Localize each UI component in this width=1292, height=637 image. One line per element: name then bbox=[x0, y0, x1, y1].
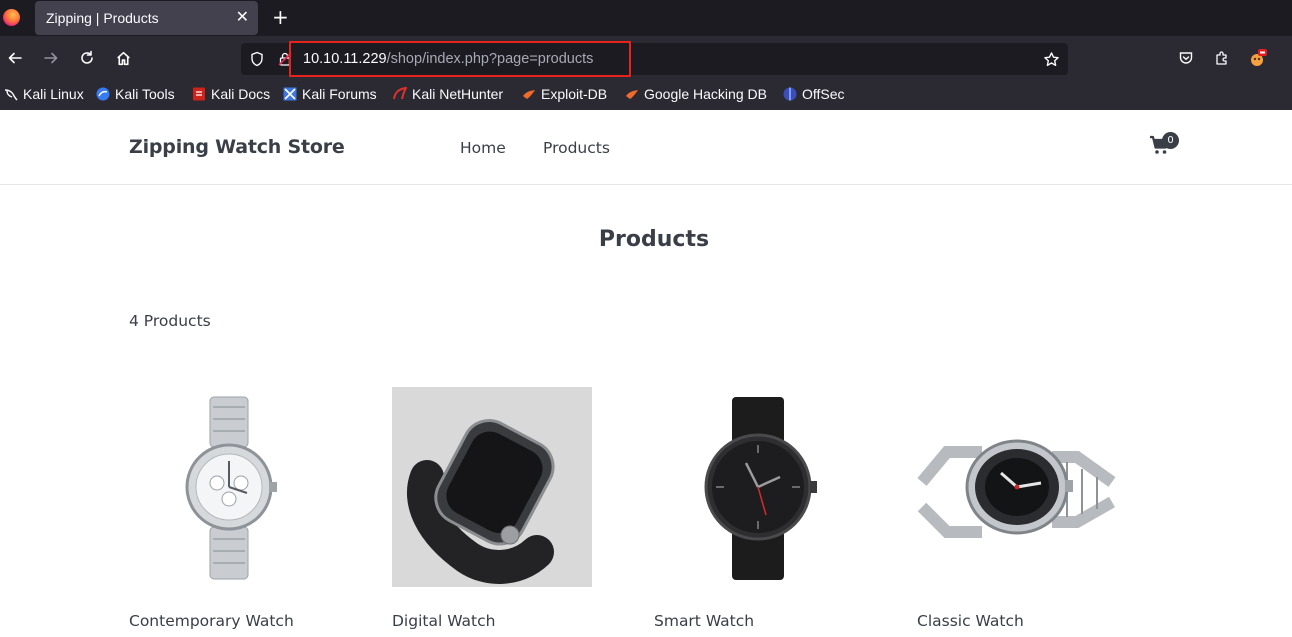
browser-tab-active[interactable]: Zipping | Products ✕ bbox=[35, 1, 258, 35]
extensions-puzzle-icon[interactable] bbox=[1210, 46, 1234, 70]
site-header: Zipping Watch Store Home Products 0 bbox=[0, 111, 1292, 185]
forward-arrow-icon[interactable] bbox=[39, 46, 63, 70]
silver-chronograph-watch-image[interactable] bbox=[129, 387, 329, 587]
steel-diver-watch-image[interactable] bbox=[917, 387, 1117, 587]
url-highlight-box bbox=[289, 41, 631, 77]
product-name[interactable]: Contemporary Watch bbox=[129, 612, 294, 630]
product-count: 4 Products bbox=[129, 312, 211, 330]
back-arrow-icon[interactable] bbox=[3, 46, 27, 70]
bookmark-label: OffSec bbox=[802, 86, 845, 102]
kali-docs-icon bbox=[193, 87, 205, 101]
home-icon[interactable] bbox=[111, 46, 135, 70]
extension-badge-icon[interactable] bbox=[1246, 46, 1270, 70]
bookmark-label: Google Hacking DB bbox=[644, 86, 767, 102]
product-name[interactable]: Smart Watch bbox=[654, 612, 754, 630]
kali-tools-icon bbox=[96, 87, 110, 101]
reload-icon[interactable] bbox=[75, 46, 99, 70]
cart-count-badge: 0 bbox=[1162, 132, 1179, 149]
bookmark-offsec[interactable]: OffSec bbox=[783, 86, 845, 102]
product-name[interactable]: Digital Watch bbox=[392, 612, 495, 630]
nethunter-icon bbox=[393, 87, 407, 100]
ghdb-icon bbox=[626, 90, 638, 99]
bookmark-star-icon[interactable] bbox=[1039, 47, 1063, 71]
bookmark-google-hacking-db[interactable]: Google Hacking DB bbox=[625, 86, 767, 102]
bookmark-kali-linux[interactable]: Kali Linux bbox=[4, 86, 84, 102]
nav-link-home[interactable]: Home bbox=[460, 139, 506, 157]
product-card[interactable]: Smart Watch bbox=[654, 387, 854, 630]
tracking-protection-shield-icon[interactable] bbox=[245, 47, 269, 71]
site-brand[interactable]: Zipping Watch Store bbox=[129, 136, 345, 158]
product-card[interactable]: Contemporary Watch bbox=[129, 387, 329, 630]
bookmark-kali-tools[interactable]: Kali Tools bbox=[96, 86, 175, 102]
black-smartwatch-image[interactable] bbox=[392, 387, 592, 587]
black-leather-watch-image[interactable] bbox=[654, 387, 854, 587]
bookmark-label: Kali Tools bbox=[115, 86, 175, 102]
bookmark-label: Kali Forums bbox=[302, 86, 377, 102]
product-card[interactable]: Digital Watch bbox=[392, 387, 592, 630]
bookmark-label: Kali Docs bbox=[211, 86, 271, 102]
bookmark-label: Kali NetHunter bbox=[412, 86, 504, 102]
bookmark-exploit-db[interactable]: Exploit-DB bbox=[522, 86, 607, 102]
product-name[interactable]: Classic Watch bbox=[917, 612, 1024, 630]
kali-dragon-icon bbox=[4, 89, 18, 101]
bookmark-kali-docs[interactable]: Kali Docs bbox=[192, 86, 270, 102]
pocket-icon[interactable] bbox=[1174, 46, 1198, 70]
new-tab-button[interactable]: + bbox=[272, 5, 289, 29]
exploit-db-icon bbox=[523, 90, 535, 99]
bookmark-label: Exploit-DB bbox=[541, 86, 608, 102]
nav-link-products[interactable]: Products bbox=[543, 139, 610, 157]
bookmark-label: Kali Linux bbox=[23, 86, 84, 102]
tab-title: Zipping | Products bbox=[46, 10, 159, 26]
product-card[interactable]: Classic Watch bbox=[917, 387, 1117, 630]
bookmark-kali-nethunter[interactable]: Kali NetHunter bbox=[393, 86, 503, 102]
close-tab-icon[interactable]: ✕ bbox=[236, 7, 249, 26]
bookmarks-toolbar: Kali Linux Kali Tools Kali Docs Kali For… bbox=[0, 82, 1292, 110]
browser-toolbar: 10.10.11.229/shop/index.php?page=product… bbox=[0, 36, 1292, 82]
firefox-logo-icon[interactable] bbox=[3, 9, 20, 26]
bookmark-kali-forums[interactable]: Kali Forums bbox=[283, 86, 377, 102]
kali-forums-icon bbox=[283, 87, 297, 101]
offsec-icon bbox=[783, 87, 797, 101]
page-title: Products bbox=[598, 227, 710, 252]
browser-tab-bar: Zipping | Products ✕ + bbox=[0, 0, 1292, 36]
